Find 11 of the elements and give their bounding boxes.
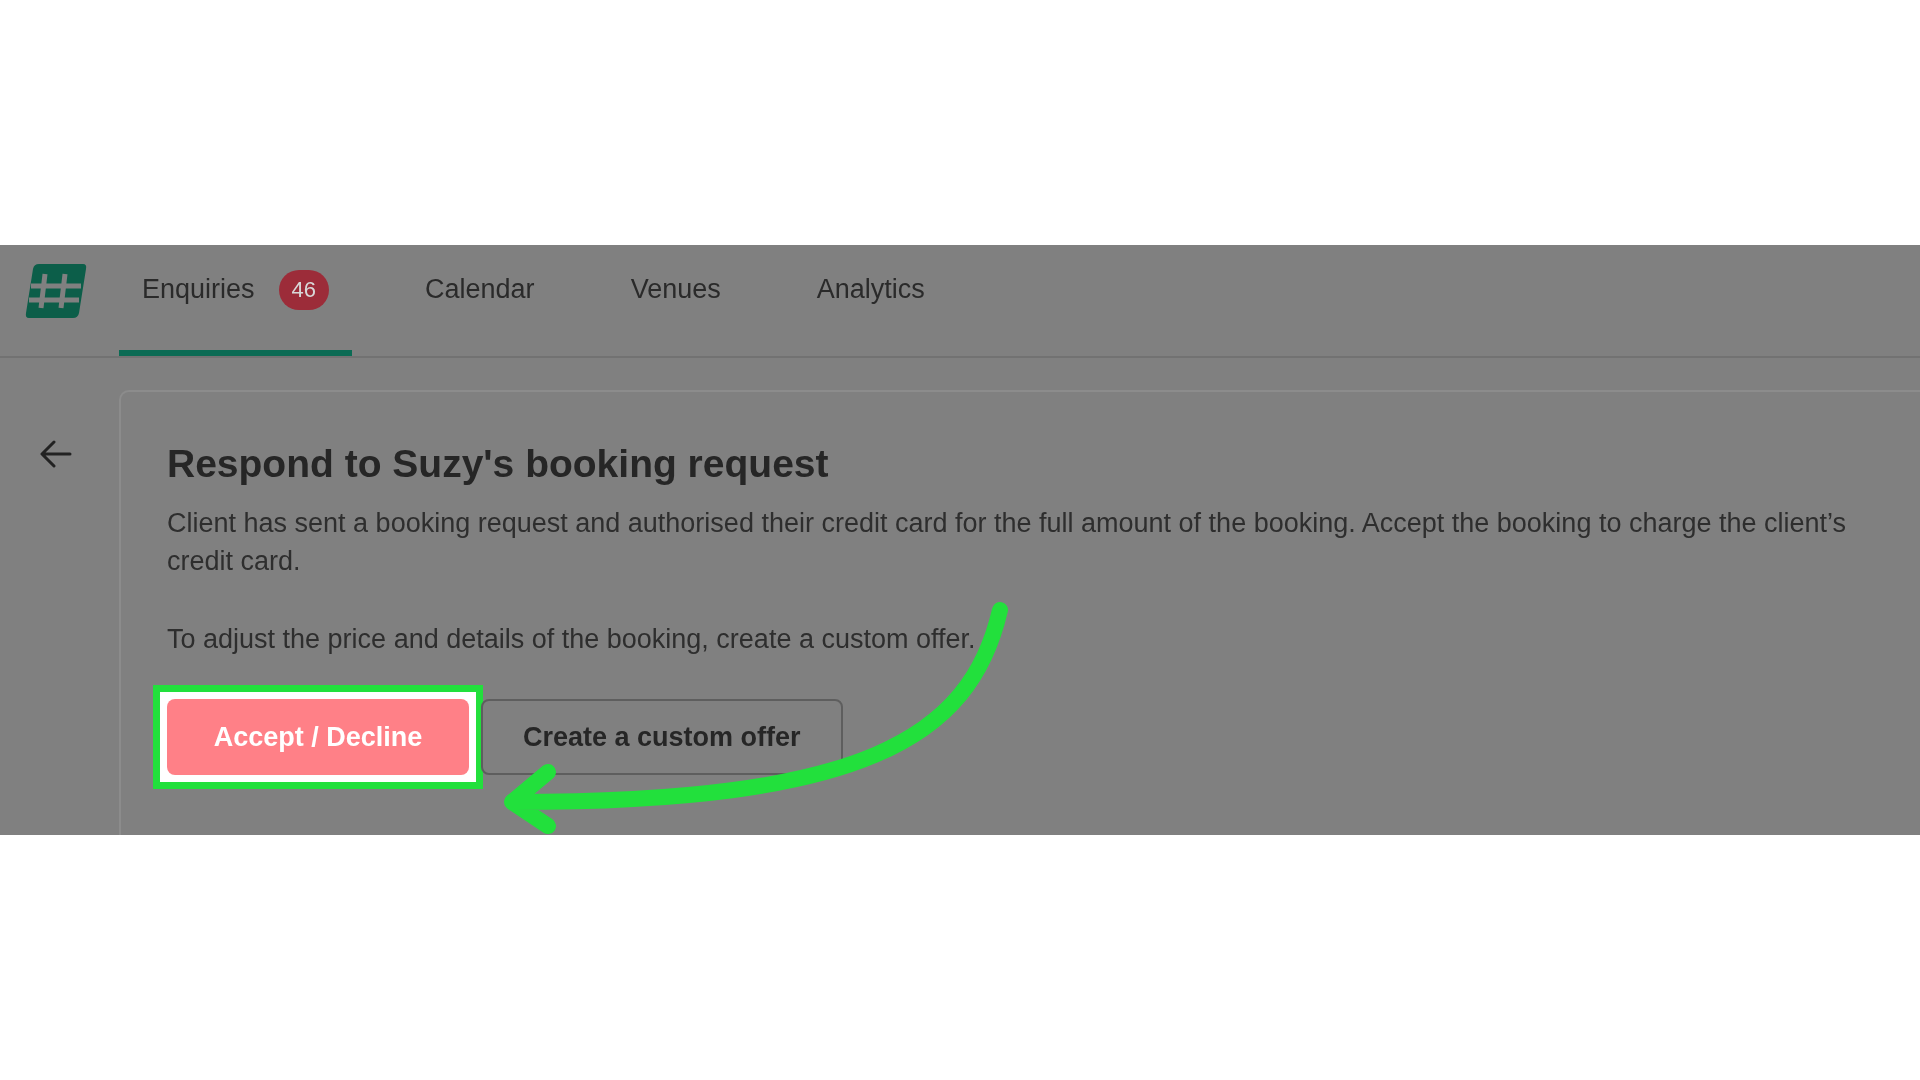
nav-tab[interactable]: Enquiries 46	[119, 245, 353, 356]
card-title: Respond to Suzy's booking request	[167, 442, 830, 486]
card-text: Client has sent a booking request and authorised their credit card for the full amount of the booking. Accept the booking to charge the client’s credit card.	[167, 507, 1848, 578]
custom-offer-button[interactable]: Create a custom offer	[481, 699, 843, 775]
accept-decline-button[interactable]: Accept / Decline	[167, 699, 469, 775]
back-arrow-icon[interactable]	[40, 440, 72, 468]
nav-tab[interactable]: Calendar	[402, 245, 558, 356]
count-badge: 46	[278, 269, 330, 310]
nav-tab[interactable]: Analytics	[793, 245, 948, 356]
nav-tab[interactable]: Venues	[607, 245, 744, 356]
card-text: To adjust the price and details of the booking, create a custom offer.	[167, 623, 977, 656]
